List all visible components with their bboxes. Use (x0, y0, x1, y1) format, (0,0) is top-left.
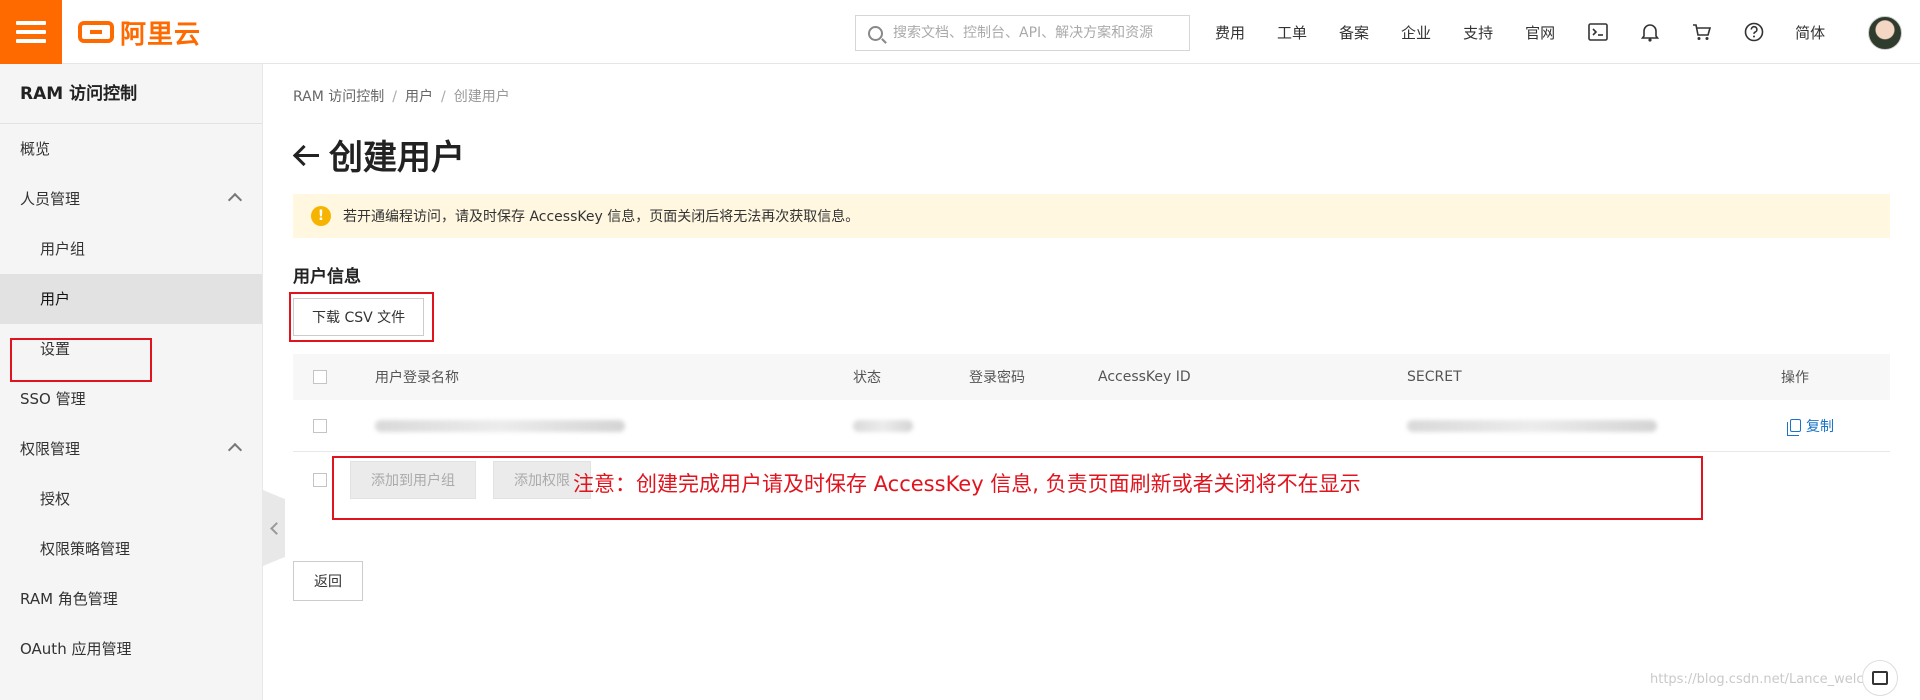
copy-label: 复制 (1806, 418, 1834, 435)
nav-support[interactable]: 支持 (1463, 22, 1493, 43)
aliyun-logo[interactable]: 阿里云 (78, 16, 202, 50)
column-header: 状态 (853, 370, 881, 386)
sidebar-item-sso[interactable]: SSO 管理 (0, 374, 262, 424)
download-csv-button[interactable]: 下载 CSV 文件 (293, 298, 425, 336)
batch-checkbox[interactable] (313, 473, 327, 487)
redacted-status (853, 419, 913, 432)
sidebar-item-label: 设置 (40, 340, 71, 358)
breadcrumb-current: 创建用户 (453, 89, 510, 105)
column-header: SECRET (1407, 369, 1462, 385)
section-title: 用户信息 (293, 267, 361, 287)
nav-fees[interactable]: 费用 (1215, 22, 1245, 43)
sidebar-item-label: SSO 管理 (20, 390, 86, 408)
search-box[interactable] (855, 15, 1190, 51)
help-icon[interactable] (1743, 21, 1765, 43)
breadcrumb: RAM 访问控制 / 用户 / 创建用户 (293, 86, 510, 106)
nav-enterprise[interactable]: 企业 (1401, 22, 1431, 43)
sidebar: RAM 访问控制 概览 人员管理 用户组 用户 设置 SSO 管理 权限管理 授… (0, 64, 263, 700)
avatar[interactable] (1868, 16, 1902, 50)
chevron-up-icon (227, 442, 243, 458)
sidebar-item-policies[interactable]: 权限策略管理 (0, 524, 262, 574)
breadcrumb-ram[interactable]: RAM 访问控制 (293, 89, 384, 105)
chevron-up-icon (227, 192, 243, 208)
sidebar-item-label: 权限策略管理 (40, 540, 131, 558)
sidebar-item-label: 权限管理 (20, 440, 81, 458)
logo-text: 阿里云 (120, 19, 202, 50)
sidebar-item-ram-roles[interactable]: RAM 角色管理 (0, 574, 262, 624)
aliyun-logo-icon (78, 21, 114, 43)
column-header: 用户登录名称 (375, 370, 459, 386)
sidebar-title: RAM 访问控制 (0, 64, 262, 124)
top-bar: 阿里云 费用 工单 备案 企业 支持 官网 简体 (0, 0, 1920, 64)
add-to-group-button[interactable]: 添加到用户组 (350, 461, 476, 499)
warning-alert: ! 若开通编程访问，请及时保存 AccessKey 信息，页面关闭后将无法再次获… (293, 194, 1890, 238)
page-title: 创建用户 (329, 138, 465, 178)
column-header: 操作 (1781, 370, 1809, 386)
search-input[interactable] (893, 25, 1183, 41)
language-switch[interactable]: 简体 (1795, 22, 1825, 43)
select-all-checkbox[interactable] (313, 370, 327, 384)
top-nav: 费用 工单 备案 企业 支持 官网 简体 (1215, 0, 1857, 64)
sidebar-item-grants[interactable]: 授权 (0, 474, 262, 524)
title-row: 创建用户 (293, 130, 465, 179)
sidebar-item-label: 授权 (40, 490, 71, 508)
chevron-left-icon (269, 521, 283, 535)
copy-icon (1787, 419, 1801, 436)
back-button[interactable]: 返回 (293, 561, 363, 601)
sidebar-item-groups[interactable]: 用户组 (0, 224, 262, 274)
sidebar-item-label: OAuth 应用管理 (20, 640, 132, 658)
redacted-login-name (375, 419, 625, 432)
sidebar-item-label: 概览 (20, 140, 51, 158)
alert-text: 若开通编程访问，请及时保存 AccessKey 信息，页面关闭后将无法再次获取信… (343, 209, 860, 225)
sidebar-collapse-handle[interactable] (263, 490, 285, 566)
hamburger-menu-icon[interactable] (0, 0, 62, 64)
annotation-text: 注意：创建完成用户请及时保存 AccessKey 信息, 负责页面刷新或者关闭将… (573, 472, 1361, 496)
sidebar-item-identities[interactable]: 人员管理 (0, 174, 262, 224)
bell-icon[interactable] (1639, 21, 1661, 43)
breadcrumb-users[interactable]: 用户 (405, 89, 433, 105)
warning-icon: ! (311, 206, 331, 226)
sidebar-item-users[interactable]: 用户 (0, 274, 262, 324)
sidebar-item-label: 人员管理 (20, 190, 81, 208)
back-arrow-icon[interactable] (293, 142, 319, 168)
terminal-icon[interactable] (1587, 21, 1609, 43)
search-icon (868, 25, 883, 41)
redacted-secret (1407, 419, 1657, 432)
sidebar-item-settings[interactable]: 设置 (0, 324, 262, 374)
sidebar-item-label: 用户 (40, 290, 71, 308)
sidebar-item-overview[interactable]: 概览 (0, 124, 262, 174)
nav-official-site[interactable]: 官网 (1525, 22, 1555, 43)
sidebar-item-permissions[interactable]: 权限管理 (0, 424, 262, 474)
copy-link[interactable]: 复制 (1787, 416, 1834, 436)
table-row: 复制 (293, 400, 1890, 452)
table-header: 用户登录名称 状态 登录密码 AccessKey ID SECRET 操作 (293, 354, 1890, 400)
row-checkbox[interactable] (313, 418, 327, 433)
nav-icp[interactable]: 备案 (1339, 22, 1369, 43)
column-header: AccessKey ID (1098, 369, 1191, 385)
breadcrumb-separator: / (392, 89, 397, 105)
feedback-icon[interactable] (1862, 660, 1898, 696)
sidebar-item-oauth[interactable]: OAuth 应用管理 (0, 624, 262, 674)
column-header: 登录密码 (969, 370, 1025, 386)
breadcrumb-separator: / (441, 89, 446, 105)
sidebar-item-label: RAM 角色管理 (20, 590, 118, 608)
watermark: https://blog.csdn.net/Lance_welcome (1650, 672, 1893, 687)
sidebar-item-label: 用户组 (40, 240, 86, 258)
nav-tickets[interactable]: 工单 (1277, 22, 1307, 43)
cart-icon[interactable] (1691, 21, 1713, 43)
